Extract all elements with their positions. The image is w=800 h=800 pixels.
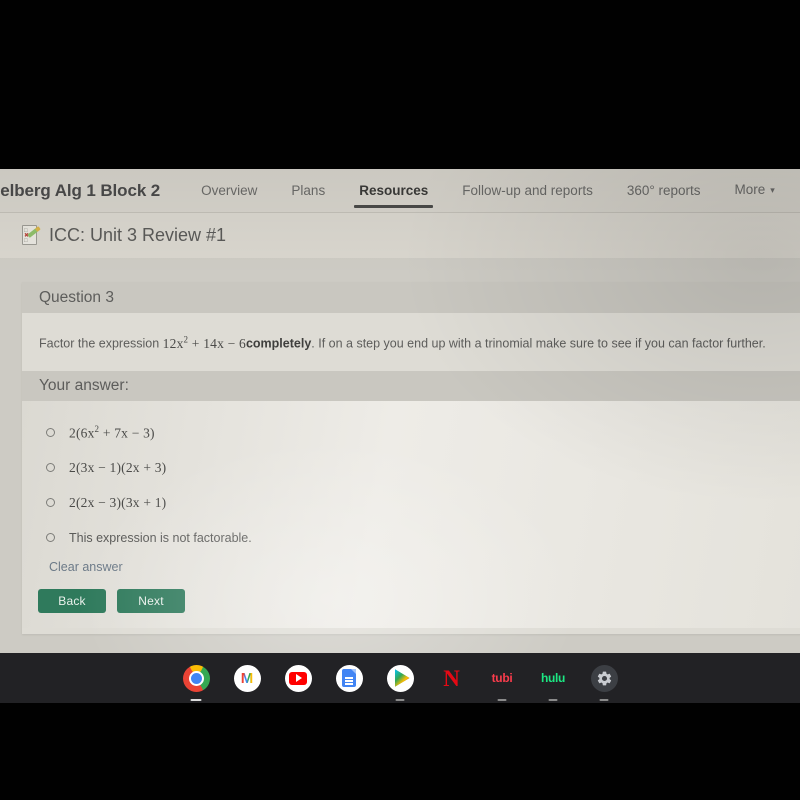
photo-of-screen: delberg Alg 1 Block 2 Overview Plans Res…: [0, 0, 800, 800]
radio-button-d[interactable]: [46, 533, 55, 543]
youtube-icon: [284, 664, 312, 692]
radio-button-b[interactable]: [46, 463, 55, 473]
hulu-icon: hulu: [540, 671, 566, 685]
play-store-icon-triangle: [395, 669, 410, 687]
answer-option-c-label: 2(2x − 3)(3x + 1): [69, 494, 167, 510]
page-header: □ ✖ □ ICC: Unit 3 Review #1: [0, 213, 800, 258]
nav-link-follow-up-and-reports[interactable]: Follow-up and reports: [445, 169, 610, 213]
gmail-icon: M: [233, 664, 261, 692]
radio-button-a[interactable]: [46, 428, 55, 438]
question-prompt-tail: . If on a step you end up with a trinomi…: [311, 336, 766, 351]
nav-link-overview[interactable]: Overview: [184, 169, 274, 213]
tubi-icon: tubi: [491, 671, 513, 685]
nav-link-plans-label: Plans: [291, 182, 326, 198]
question-card: Question 3 Factor the expression 12x2 + …: [22, 282, 800, 634]
question-prompt: Factor the expression 12x2 + 14x − 6comp…: [22, 313, 800, 371]
course-title: delberg Alg 1 Block 2: [0, 180, 161, 200]
answer-option-d[interactable]: This expression is not factorable.: [22, 520, 800, 555]
answer-option-b-label: 2(3x − 1)(2x + 3): [69, 459, 167, 475]
question-expression: 12x2 + 14x − 6: [162, 334, 246, 351]
next-button[interactable]: Next: [117, 589, 185, 614]
chromebook-screen: delberg Alg 1 Block 2 Overview Plans Res…: [0, 169, 800, 703]
question-header-band: Question 3: [22, 282, 800, 313]
radio-button-c[interactable]: [46, 498, 55, 508]
page-body: Question 3 Factor the expression 12x2 + …: [0, 258, 800, 703]
expression-part-b: + 14x − 6: [188, 335, 246, 351]
netflix-icon: N: [443, 665, 460, 691]
answer-header-band: Your answer:: [22, 371, 800, 402]
nav-link-plans[interactable]: Plans: [274, 169, 342, 213]
shelf-item-youtube[interactable]: [282, 662, 314, 694]
clear-answer-link[interactable]: Clear answer: [49, 560, 123, 574]
hulu-running-indicator: [548, 699, 558, 701]
nav-link-360-reports[interactable]: 360° reports: [610, 169, 718, 213]
letterbox-top: [0, 0, 800, 169]
gmail-icon-letter: M: [240, 669, 254, 687]
shelf-item-chrome[interactable]: [180, 662, 212, 701]
question-prompt-bold: completely: [245, 336, 312, 351]
option-a-main: 2(6x: [69, 425, 95, 441]
quiz-icon-mark-3: □: [24, 238, 28, 244]
answer-option-a-label: 2(6x2 + 7x − 3): [69, 424, 155, 442]
shelf-item-settings[interactable]: [588, 662, 620, 701]
nav-link-more[interactable]: More ▾: [718, 169, 792, 213]
nav-link-follow-up-label: Follow-up and reports: [462, 182, 593, 198]
answer-option-d-label: This expression is not factorable.: [69, 530, 252, 545]
top-navigation-bar: delberg Alg 1 Block 2 Overview Plans Res…: [0, 169, 800, 213]
tubi-running-indicator: [497, 699, 507, 701]
youtube-icon-triangle: [296, 674, 302, 682]
nav-links: Overview Plans Resources Follow-up and r…: [184, 169, 792, 213]
answer-option-b[interactable]: 2(3x − 1)(2x + 3): [22, 450, 800, 485]
google-docs-icon: [335, 664, 363, 692]
nav-link-more-label: More: [734, 182, 766, 197]
chrome-running-indicator: [190, 699, 202, 701]
nav-link-resources[interactable]: Resources: [342, 169, 445, 213]
answer-option-a[interactable]: 2(6x2 + 7x − 3): [22, 415, 800, 450]
option-a-tail: + 7x − 3): [99, 425, 155, 441]
google-docs-icon-page: [342, 669, 356, 687]
shelf-item-gmail[interactable]: M: [231, 662, 263, 694]
shelf-item-play-store[interactable]: [384, 662, 416, 701]
chrome-icon: [182, 664, 210, 692]
play-store-running-indicator: [395, 699, 405, 701]
answer-options-list: 2(6x2 + 7x − 3) 2(3x − 1)(2x + 3) 2(2x −…: [22, 401, 800, 629]
settings-running-indicator: [599, 699, 609, 701]
nav-link-resources-label: Resources: [359, 182, 429, 198]
nav-link-360-reports-label: 360° reports: [626, 182, 701, 198]
question-prompt-lead: Factor the expression: [39, 336, 163, 351]
shelf-item-netflix[interactable]: N: [435, 662, 467, 694]
quiz-icon: □ ✖ □: [22, 225, 41, 246]
back-button[interactable]: Back: [38, 589, 106, 614]
shelf-item-google-docs[interactable]: [333, 662, 365, 694]
page-title: ICC: Unit 3 Review #1: [49, 225, 227, 245]
settings-gear-icon: [590, 664, 618, 692]
nav-link-overview-label: Overview: [201, 182, 258, 198]
question-number-label: Question 3: [39, 288, 114, 306]
shelf-item-tubi[interactable]: tubi: [486, 662, 518, 701]
chevron-down-icon: ▾: [770, 185, 775, 195]
play-store-icon: [386, 664, 414, 692]
letterbox-bottom: [0, 703, 800, 800]
answer-header-label: Your answer:: [39, 377, 129, 395]
navigation-buttons: Back Next: [22, 576, 800, 628]
expression-part-a: 12x: [162, 335, 184, 351]
answer-option-c[interactable]: 2(2x − 3)(3x + 1): [22, 485, 800, 520]
taskbar-shelf: M N tubi hulu: [0, 653, 800, 703]
youtube-icon-box: [289, 671, 307, 685]
shelf-item-hulu[interactable]: hulu: [537, 662, 569, 701]
